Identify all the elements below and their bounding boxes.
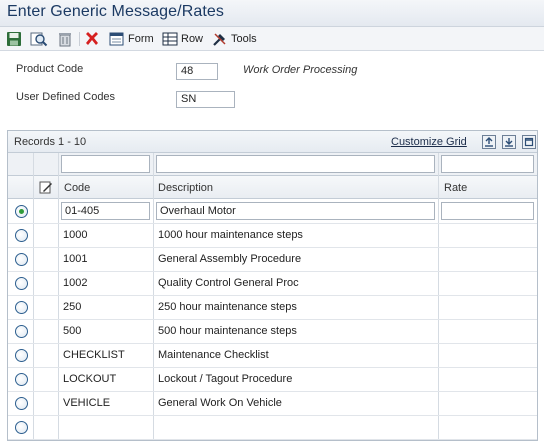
table-row[interactable]: LOCKOUT Lockout / Tagout Procedure bbox=[8, 368, 537, 392]
header-fields: Product Code 48 Work Order Processing Us… bbox=[0, 51, 544, 126]
find-icon bbox=[30, 32, 48, 47]
code-cell: 250 bbox=[63, 301, 82, 313]
row-menu[interactable]: Row bbox=[162, 30, 203, 48]
records-count: Records 1 - 10 bbox=[14, 136, 87, 148]
records-grid: Records 1 - 10 Customize Grid Code Descr… bbox=[7, 130, 538, 441]
code-cell: 500 bbox=[63, 325, 82, 337]
row-select-radio[interactable] bbox=[15, 373, 28, 386]
row-select-radio[interactable] bbox=[15, 397, 28, 410]
tools-menu-label: Tools bbox=[231, 33, 257, 45]
maximize-grid-button[interactable] bbox=[522, 135, 536, 149]
table-row[interactable] bbox=[8, 416, 537, 440]
trash-icon bbox=[59, 33, 71, 47]
export-icon bbox=[485, 137, 493, 147]
description-cell: Lockout / Tagout Procedure bbox=[158, 373, 293, 385]
qbe-rate-input[interactable] bbox=[441, 155, 534, 173]
tools-menu[interactable]: Tools bbox=[212, 30, 257, 48]
customize-grid-link[interactable]: Customize Grid bbox=[391, 136, 467, 148]
export-button[interactable] bbox=[482, 135, 496, 149]
code-cell: 1001 bbox=[63, 253, 88, 265]
row-select-radio[interactable] bbox=[15, 325, 28, 338]
column-header-rate[interactable]: Rate bbox=[444, 182, 467, 194]
title-bar: Enter Generic Message/Rates bbox=[0, 0, 544, 27]
row-edit-icon bbox=[39, 180, 53, 197]
find-button[interactable] bbox=[30, 30, 48, 48]
code-cell: 1002 bbox=[63, 277, 88, 289]
close-icon bbox=[86, 32, 98, 45]
row-select-radio[interactable] bbox=[15, 253, 28, 266]
tools-icon bbox=[213, 33, 226, 46]
table-row[interactable]: 1001 General Assembly Procedure bbox=[8, 248, 537, 272]
table-row[interactable]: 1002 Quality Control General Proc bbox=[8, 272, 537, 296]
column-headers: Code Description Rate bbox=[8, 176, 537, 199]
row-select-radio[interactable] bbox=[15, 277, 28, 290]
product-code-label: Product Code bbox=[16, 63, 84, 75]
qbe-description-input[interactable] bbox=[156, 155, 435, 173]
code-cell: 1000 bbox=[63, 229, 88, 241]
row-icon bbox=[162, 32, 178, 46]
row-select-radio[interactable] bbox=[15, 301, 28, 314]
description-cell: 250 hour maintenance steps bbox=[158, 301, 297, 313]
description-cell: 1000 hour maintenance steps bbox=[158, 229, 303, 241]
product-code-description: Work Order Processing bbox=[243, 64, 358, 76]
code-cell: CHECKLIST bbox=[63, 349, 125, 361]
code-cell: VEHICLE bbox=[63, 397, 111, 409]
code-cell: LOCKOUT bbox=[63, 373, 117, 385]
description-cell: Quality Control General Proc bbox=[158, 277, 299, 289]
table-row[interactable]: VEHICLE General Work On Vehicle bbox=[8, 392, 537, 416]
cancel-button[interactable] bbox=[84, 30, 100, 48]
page-title: Enter Generic Message/Rates bbox=[7, 3, 225, 20]
description-cell: General Assembly Procedure bbox=[158, 253, 302, 265]
udc-label: User Defined Codes bbox=[16, 91, 116, 103]
row-select-radio[interactable] bbox=[15, 229, 28, 242]
row-select-radio[interactable] bbox=[15, 205, 28, 218]
import-icon bbox=[505, 138, 513, 147]
import-button[interactable] bbox=[502, 135, 516, 149]
table-row[interactable]: CHECKLIST Maintenance Checklist bbox=[8, 344, 537, 368]
description-cell: General Work On Vehicle bbox=[158, 397, 282, 409]
qbe-row bbox=[8, 153, 537, 176]
description-cell-input[interactable]: Overhaul Motor bbox=[156, 202, 435, 220]
form-menu-label: Form bbox=[128, 33, 154, 45]
maximize-icon bbox=[524, 137, 534, 147]
column-header-description[interactable]: Description bbox=[158, 182, 213, 194]
code-cell-input[interactable]: 01-405 bbox=[61, 202, 150, 220]
product-code-field[interactable]: 48 bbox=[176, 63, 218, 80]
form-menu[interactable]: Form bbox=[109, 30, 154, 48]
table-row[interactable]: 250 250 hour maintenance steps bbox=[8, 296, 537, 320]
save-button[interactable] bbox=[6, 30, 22, 48]
udc-field[interactable]: SN bbox=[176, 91, 235, 108]
description-cell: Maintenance Checklist bbox=[158, 349, 269, 361]
rate-cell-input[interactable] bbox=[441, 202, 534, 220]
toolbar-separator bbox=[79, 32, 80, 46]
grid-header-bar: Records 1 - 10 Customize Grid bbox=[8, 131, 537, 153]
table-row[interactable]: 1000 1000 hour maintenance steps bbox=[8, 224, 537, 248]
qbe-code-input[interactable] bbox=[61, 155, 150, 173]
row-select-radio[interactable] bbox=[15, 421, 28, 434]
table-row[interactable]: 500 500 hour maintenance steps bbox=[8, 320, 537, 344]
save-icon bbox=[7, 32, 21, 46]
delete-button[interactable] bbox=[57, 30, 73, 48]
row-menu-label: Row bbox=[181, 33, 204, 45]
table-row[interactable]: 01-405 Overhaul Motor bbox=[8, 200, 537, 224]
column-header-code[interactable]: Code bbox=[64, 182, 90, 194]
description-cell: 500 hour maintenance steps bbox=[158, 325, 297, 337]
toolbar: Form Row Tools bbox=[0, 27, 544, 51]
form-icon bbox=[109, 32, 124, 46]
row-select-radio[interactable] bbox=[15, 349, 28, 362]
